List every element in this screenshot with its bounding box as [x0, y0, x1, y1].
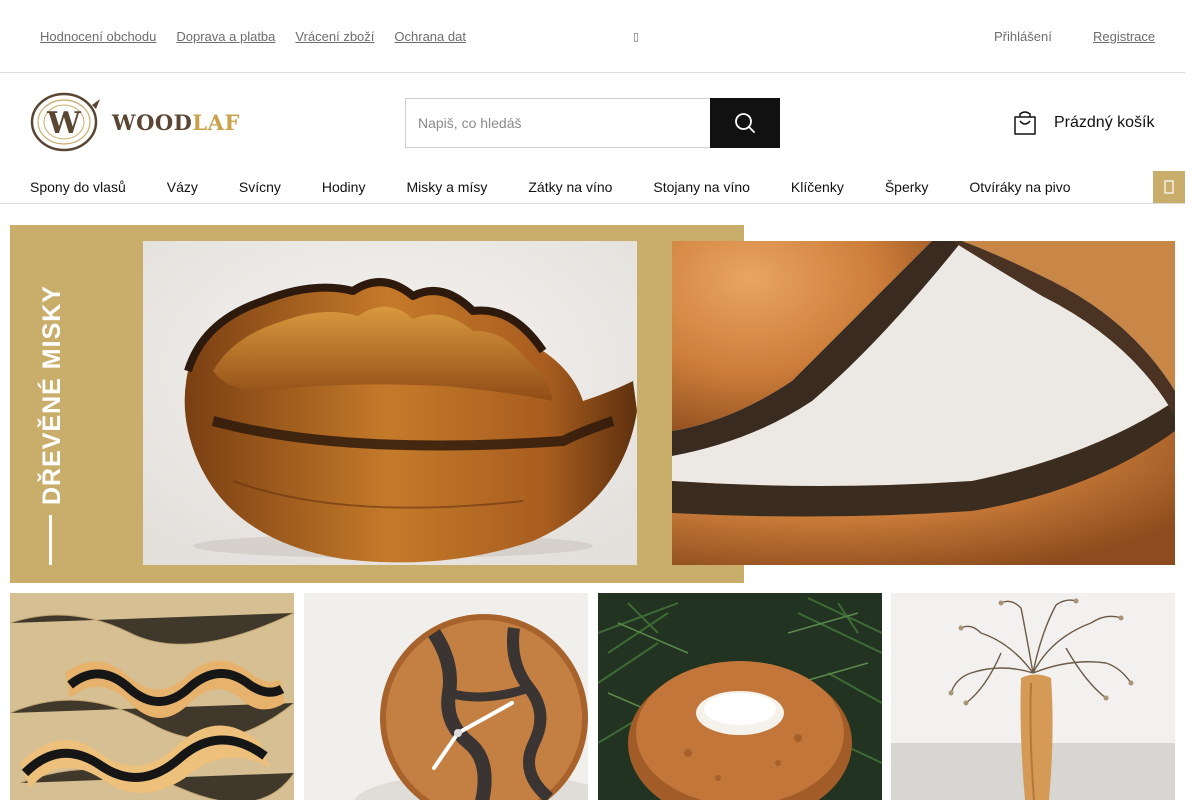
- logo-text-wood: WOOD: [112, 109, 193, 135]
- category-tile-vases[interactable]: [891, 593, 1175, 800]
- hero-banner[interactable]: DŘEVĚNÉ MISKY: [10, 225, 744, 583]
- nav-item-hair-clips[interactable]: Spony do vlasů: [30, 179, 126, 195]
- search-input[interactable]: [405, 98, 710, 148]
- register-link[interactable]: Registrace: [1093, 29, 1155, 44]
- candle-holder-photo: [598, 593, 882, 800]
- more-icon: [1164, 180, 1174, 194]
- hero-divider: [49, 515, 52, 565]
- nav-item-bottle-openers[interactable]: Otvíráky na pivo: [969, 179, 1070, 195]
- nav-item-vases[interactable]: Vázy: [167, 179, 198, 195]
- cart-button[interactable]: Prázdný košík: [1010, 108, 1154, 138]
- nav-item-wine-stoppers[interactable]: Zátky na víno: [528, 179, 612, 195]
- logo-text-laf: LAF: [192, 109, 240, 135]
- search-bar: [405, 98, 780, 148]
- hair-clips-photo: [10, 593, 294, 800]
- shopping-bag-icon: [1014, 111, 1036, 135]
- nav-item-clocks[interactable]: Hodiny: [322, 179, 366, 195]
- vase-photo: [891, 593, 1175, 800]
- logo-text: WOODLAF: [112, 110, 240, 135]
- category-tile-clocks[interactable]: [304, 593, 588, 800]
- nav-items: Spony do vlasů Vázy Svícny Hodiny Misky …: [30, 179, 1071, 195]
- logo-wood-ring-icon: W: [30, 92, 100, 152]
- nav-item-candle-holders[interactable]: Svícny: [239, 179, 281, 195]
- category-tile-hair-clips[interactable]: [10, 593, 294, 800]
- hero-title: DŘEVĚNÉ MISKY: [38, 285, 66, 505]
- login-link[interactable]: Přihlášení: [994, 29, 1052, 44]
- missing-glyph-icon: ▯: [633, 31, 640, 43]
- category-nav: Spony do vlasů Vázy Svícny Hodiny Misky …: [0, 171, 1185, 204]
- category-tile-candle-holders[interactable]: [598, 593, 882, 800]
- logo-monogram: W: [46, 106, 82, 141]
- top-bar: Hodnocení obchodu Doprava a platba Vráce…: [0, 0, 1185, 73]
- top-link-returns[interactable]: Vrácení zboží: [295, 29, 374, 44]
- nav-item-wine-stands[interactable]: Stojany na víno: [653, 179, 750, 195]
- cart-label: Prázdný košík: [1054, 114, 1155, 131]
- hero-bowl-closeup-photo: [672, 241, 1175, 565]
- top-links: Hodnocení obchodu Doprava a platba Vráce…: [40, 29, 466, 44]
- search-button[interactable]: [710, 98, 780, 148]
- top-link-rating[interactable]: Hodnocení obchodu: [40, 29, 156, 44]
- nav-more-button[interactable]: [1153, 171, 1185, 203]
- hero-bowl-photo: [143, 241, 637, 565]
- top-link-privacy[interactable]: Ochrana dat: [394, 29, 466, 44]
- clock-photo: [304, 593, 588, 800]
- nav-item-jewelry[interactable]: Šperky: [885, 179, 929, 195]
- top-link-shipping[interactable]: Doprava a platba: [176, 29, 275, 44]
- logo[interactable]: W WOODLAF: [30, 91, 240, 153]
- nav-item-keychains[interactable]: Klíčenky: [791, 179, 844, 195]
- search-icon: [735, 113, 755, 133]
- nav-item-bowls[interactable]: Misky a mísy: [406, 179, 487, 195]
